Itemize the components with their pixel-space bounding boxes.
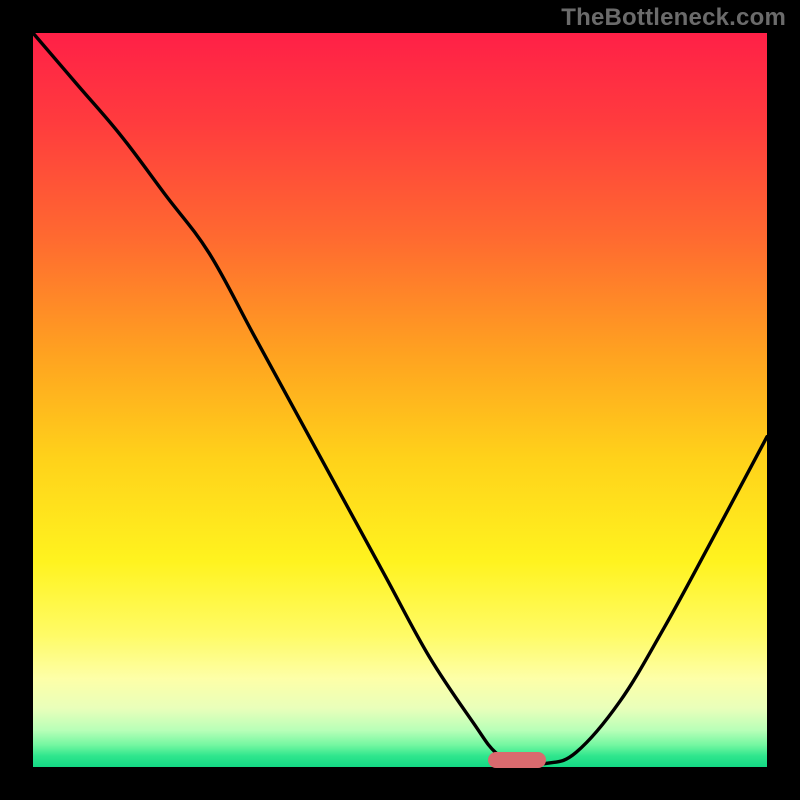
curve-path (33, 33, 767, 765)
bottleneck-curve (33, 33, 767, 767)
optimum-marker (488, 752, 546, 768)
watermark-text: TheBottleneck.com (561, 4, 786, 32)
chart-plot-area (33, 33, 767, 767)
chart-container: TheBottleneck.com (0, 0, 800, 800)
